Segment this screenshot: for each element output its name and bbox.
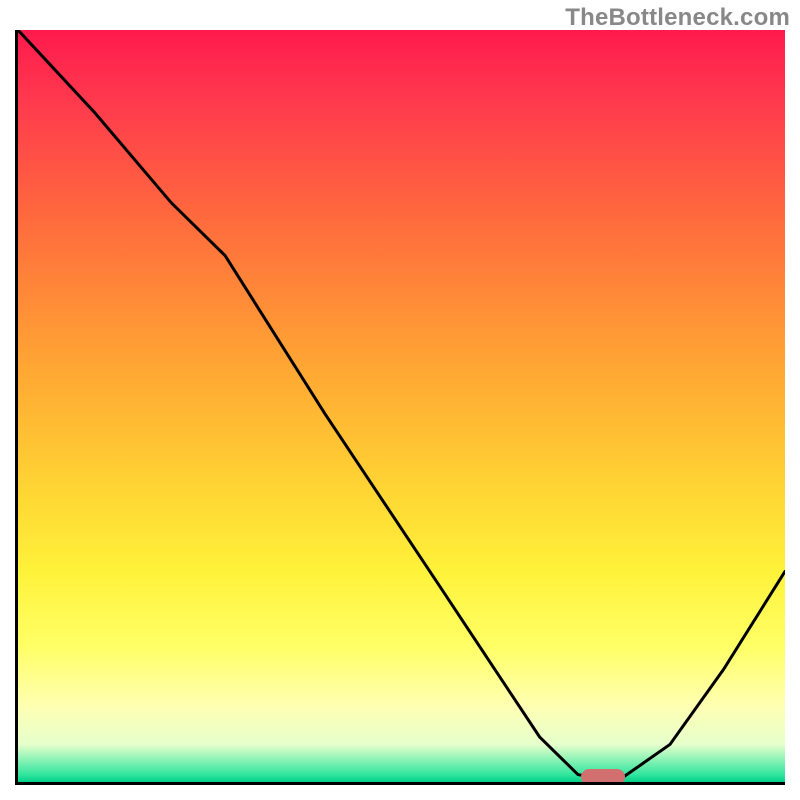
- watermark-label: TheBottleneck.com: [565, 4, 790, 32]
- chart-stage: TheBottleneck.com: [0, 0, 800, 800]
- curve-path: [18, 30, 785, 782]
- bottleneck-curve: [18, 30, 785, 782]
- plot-frame: [15, 30, 785, 785]
- optimal-marker: [581, 769, 625, 785]
